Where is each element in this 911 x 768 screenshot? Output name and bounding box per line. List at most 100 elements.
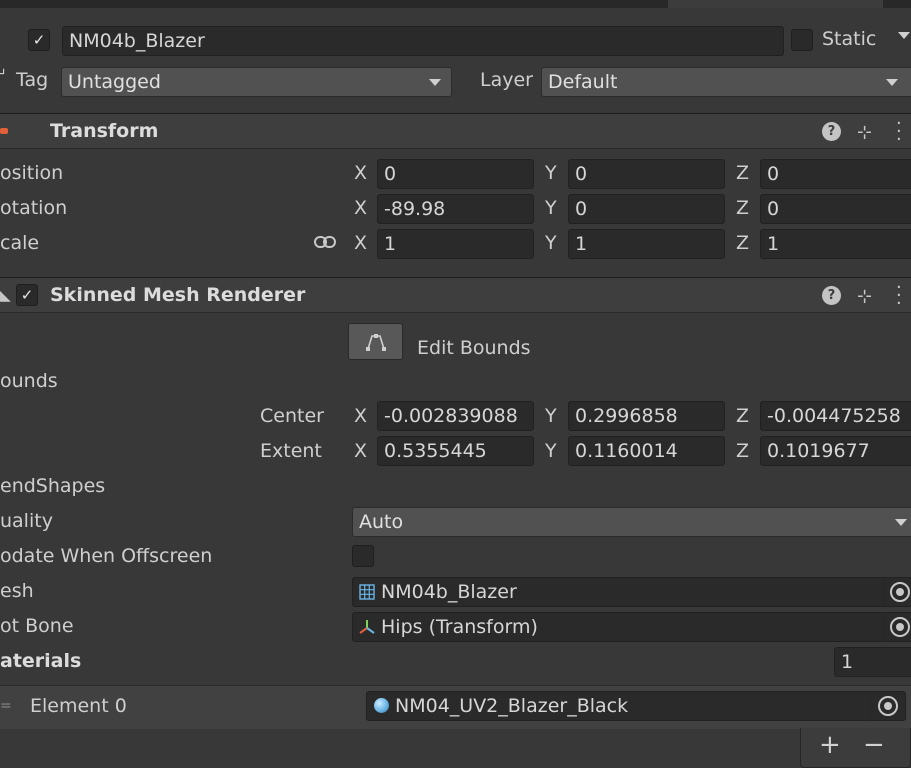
quality-value: Auto bbox=[359, 511, 404, 533]
root-bone-value: Hips (Transform) bbox=[381, 616, 538, 638]
materials-size-field[interactable]: 1 bbox=[834, 647, 911, 677]
divider bbox=[870, 691, 871, 721]
presets-icon[interactable]: ⊹ bbox=[857, 286, 872, 307]
mesh-value: NM04b_Blazer bbox=[381, 581, 517, 603]
transform-axes-icon bbox=[359, 620, 375, 634]
object-picker-icon[interactable] bbox=[878, 696, 898, 716]
inspector-tab[interactable] bbox=[668, 0, 883, 8]
material-sphere-icon bbox=[374, 698, 389, 713]
static-label: Static bbox=[822, 28, 877, 50]
update-offscreen-label: odate When Offscreen bbox=[0, 545, 213, 567]
divider bbox=[884, 577, 885, 607]
rotation-y-field[interactable]: 0 bbox=[568, 194, 725, 224]
materials-label[interactable]: aterials bbox=[0, 650, 81, 672]
element0-label: Element 0 bbox=[30, 695, 127, 717]
root-bone-field[interactable]: Hips (Transform) bbox=[352, 612, 911, 642]
remove-element-button[interactable]: − bbox=[863, 730, 885, 760]
object-picker-icon[interactable] bbox=[890, 617, 910, 637]
extent-x-field[interactable]: 0.5355445 bbox=[377, 436, 534, 466]
position-y-field[interactable]: 0 bbox=[568, 159, 725, 189]
scale-y-label[interactable]: Y bbox=[545, 232, 557, 254]
mesh-field[interactable]: NM04b_Blazer bbox=[352, 577, 911, 607]
renderer-enabled-checkbox[interactable]: ✓ bbox=[16, 284, 38, 306]
position-label: osition bbox=[0, 162, 64, 184]
renderer-icon: ◣ bbox=[0, 288, 11, 304]
edit-bounds-label: Edit Bounds bbox=[417, 337, 531, 359]
center-z-field[interactable]: -0.004475258 bbox=[760, 401, 911, 431]
divider bbox=[884, 612, 885, 642]
extent-z-label[interactable]: Z bbox=[736, 440, 749, 462]
material-element-row: = Element 0 NM04_UV2_Blazer_Black bbox=[0, 685, 911, 729]
quality-dropdown[interactable]: Auto bbox=[352, 507, 911, 537]
more-options-icon[interactable]: · · · bbox=[896, 279, 902, 313]
link-icon[interactable] bbox=[314, 235, 336, 249]
center-z-label[interactable]: Z bbox=[736, 405, 749, 427]
bounds-label[interactable]: ounds bbox=[0, 370, 58, 392]
skinned-mesh-renderer-header[interactable]: ◣ ✓ Skinned Mesh Renderer ? ⊹ · · · bbox=[0, 277, 911, 313]
center-y-label[interactable]: Y bbox=[545, 405, 557, 427]
position-y-label[interactable]: Y bbox=[545, 162, 557, 184]
chevron-down-icon bbox=[886, 79, 898, 86]
extent-z-field[interactable]: 0.1019677 bbox=[760, 436, 911, 466]
checkmark-icon: ✓ bbox=[32, 31, 46, 49]
rotation-y-label[interactable]: Y bbox=[545, 197, 557, 219]
edit-bounds-button[interactable] bbox=[348, 323, 403, 360]
rotation-x-field[interactable]: -89.98 bbox=[377, 194, 534, 224]
position-z-field[interactable]: 0 bbox=[760, 159, 911, 189]
root-bone-label: ot Bone bbox=[0, 615, 74, 637]
element0-field[interactable]: NM04_UV2_Blazer_Black bbox=[366, 691, 906, 721]
foldout-arrow-icon: ⌟ bbox=[0, 58, 6, 77]
scale-label: cale bbox=[0, 232, 40, 254]
more-options-icon[interactable]: · · · bbox=[896, 115, 902, 149]
add-element-button[interactable]: + bbox=[819, 730, 841, 760]
tag-label: Tag bbox=[16, 69, 49, 91]
scale-z-label[interactable]: Z bbox=[736, 232, 749, 254]
quality-label: uality bbox=[0, 510, 53, 532]
help-icon[interactable]: ? bbox=[822, 286, 841, 305]
drag-handle-icon[interactable]: = bbox=[0, 698, 12, 714]
transform-header[interactable]: Transform ? ⊹ · · · bbox=[0, 113, 911, 149]
chevron-down-icon bbox=[895, 519, 907, 526]
extent-label: Extent bbox=[260, 440, 322, 462]
extent-x-label[interactable]: X bbox=[354, 440, 367, 462]
transform-icon bbox=[0, 128, 8, 134]
scale-z-field[interactable]: 1 bbox=[760, 229, 911, 259]
center-x-label[interactable]: X bbox=[354, 405, 367, 427]
scale-y-field[interactable]: 1 bbox=[568, 229, 725, 259]
update-offscreen-checkbox[interactable] bbox=[352, 545, 374, 567]
static-dropdown-icon[interactable] bbox=[898, 32, 910, 39]
help-icon[interactable]: ? bbox=[822, 122, 841, 141]
static-checkbox[interactable] bbox=[791, 29, 813, 51]
object-name-field[interactable]: NM04b_Blazer bbox=[62, 26, 784, 56]
position-x-field[interactable]: 0 bbox=[377, 159, 534, 189]
center-x-field[interactable]: -0.002839088 bbox=[377, 401, 534, 431]
active-checkbox[interactable]: ✓ bbox=[28, 29, 50, 51]
rotation-label: otation bbox=[0, 197, 68, 219]
presets-icon[interactable]: ⊹ bbox=[857, 122, 872, 143]
mesh-label: esh bbox=[0, 580, 34, 602]
renderer-title: Skinned Mesh Renderer bbox=[50, 284, 306, 306]
rotation-x-label[interactable]: X bbox=[354, 197, 367, 219]
extent-y-field[interactable]: 0.1160014 bbox=[568, 436, 725, 466]
center-label: Center bbox=[260, 405, 324, 427]
list-footer: + − bbox=[800, 728, 911, 768]
center-y-field[interactable]: 0.2996858 bbox=[568, 401, 725, 431]
extent-y-label[interactable]: Y bbox=[545, 440, 557, 462]
position-z-label[interactable]: Z bbox=[736, 162, 749, 184]
scale-x-field[interactable]: 1 bbox=[377, 229, 534, 259]
layer-value: Default bbox=[548, 71, 618, 93]
rotation-z-field[interactable]: 0 bbox=[760, 194, 911, 224]
position-x-label[interactable]: X bbox=[354, 162, 367, 184]
layer-dropdown[interactable]: Default bbox=[541, 67, 911, 97]
scale-x-label[interactable]: X bbox=[354, 232, 367, 254]
checkmark-icon: ✓ bbox=[20, 286, 34, 304]
tag-value: Untagged bbox=[68, 71, 161, 93]
window-tab-strip bbox=[0, 0, 911, 8]
blendshapes-label[interactable]: endShapes bbox=[0, 475, 105, 497]
chevron-down-icon bbox=[429, 79, 441, 86]
tag-dropdown[interactable]: Untagged bbox=[61, 67, 452, 97]
edit-bounds-icon bbox=[366, 334, 386, 351]
rotation-z-label[interactable]: Z bbox=[736, 197, 749, 219]
object-picker-icon[interactable] bbox=[890, 582, 910, 602]
layer-label: Layer bbox=[480, 69, 533, 91]
